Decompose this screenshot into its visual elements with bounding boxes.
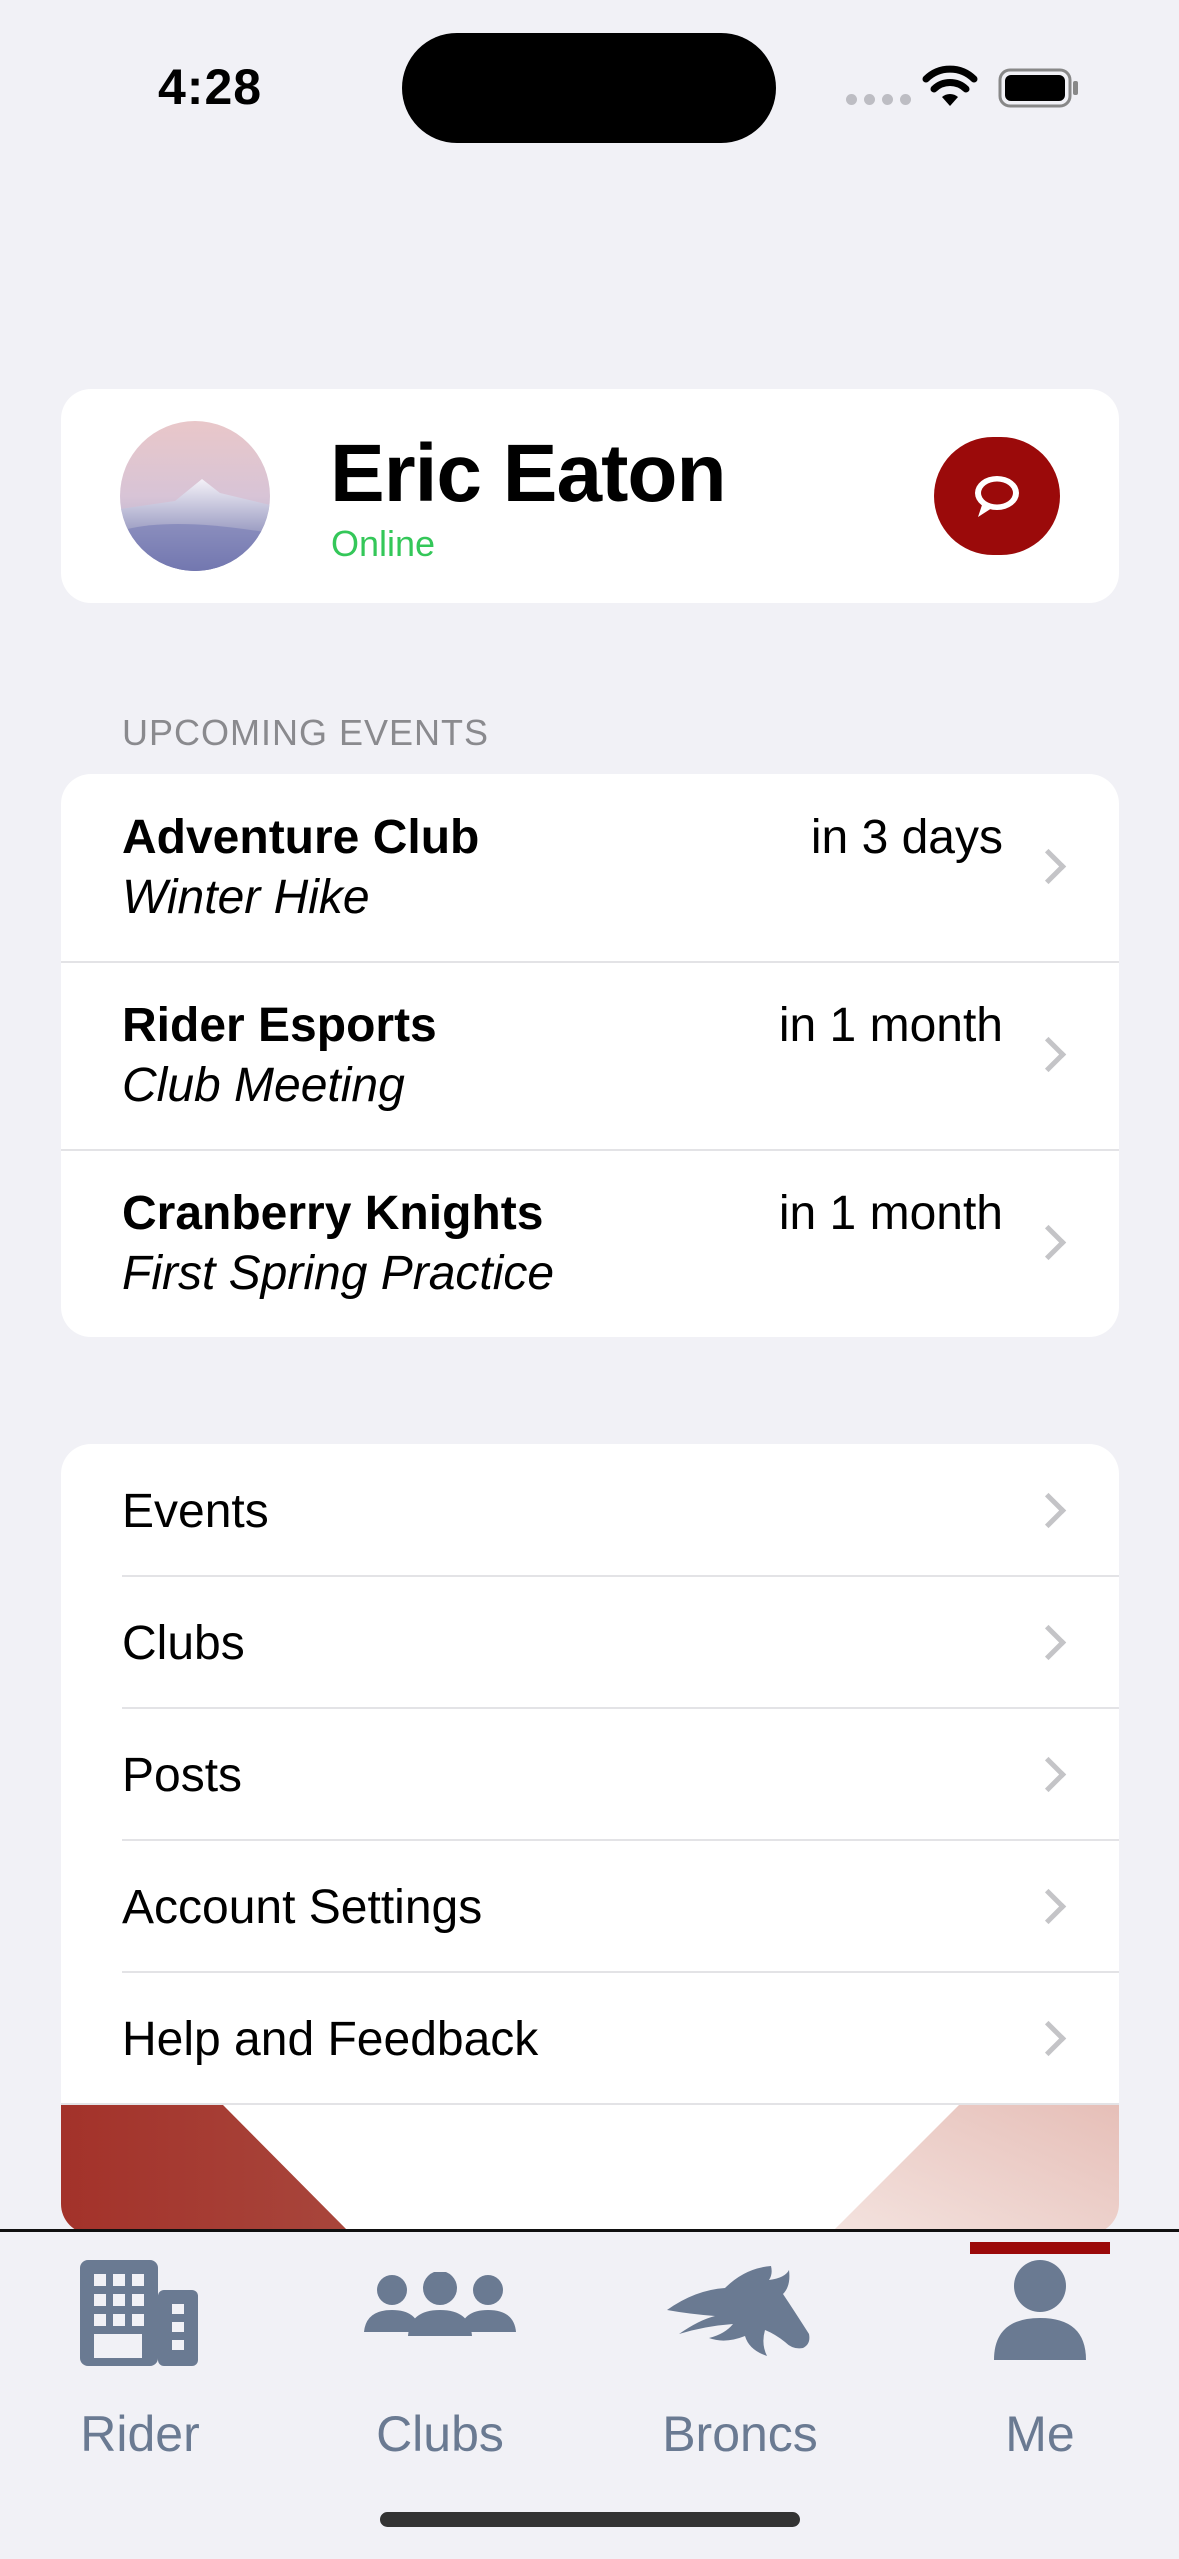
event-row-cranberry-knights[interactable]: Cranberry Knights First Spring Practice … bbox=[61, 1150, 1119, 1337]
profile-card: Eric Eaton Online bbox=[61, 389, 1119, 603]
menu-item-events[interactable]: Events bbox=[61, 1444, 1119, 1576]
menu-item-help-feedback[interactable]: Help and Feedback bbox=[61, 1972, 1119, 2104]
event-row-adventure-club[interactable]: Adventure Club Winter Hike in 3 days bbox=[61, 774, 1119, 962]
menu-item-label: Clubs bbox=[122, 1617, 245, 1670]
menu-item-label: Help and Feedback bbox=[122, 2013, 539, 2066]
online-status: Online bbox=[331, 523, 436, 564]
chevron-right-icon bbox=[1030, 2020, 1067, 2057]
menu-item-label: Account Settings bbox=[122, 1881, 483, 1934]
chevron-right-icon bbox=[1030, 1756, 1067, 1793]
status-bar-time: 4:28 bbox=[158, 59, 263, 115]
chevron-right-icon bbox=[1030, 1888, 1067, 1925]
event-club-name: Rider Esports bbox=[122, 999, 437, 1052]
tab-label: Rider bbox=[80, 2406, 200, 2462]
battery-icon bbox=[998, 68, 1078, 108]
upcoming-events-list: Adventure Club Winter Hike in 3 days Rid… bbox=[61, 774, 1119, 1337]
profile-name: Eric Eaton bbox=[330, 428, 727, 519]
event-title: First Spring Practice bbox=[122, 1247, 555, 1300]
dynamic-island bbox=[402, 33, 776, 143]
avatar[interactable] bbox=[120, 421, 270, 571]
event-title: Club Meeting bbox=[122, 1059, 405, 1112]
menu-item-account-settings[interactable]: Account Settings bbox=[61, 1840, 1119, 1972]
chevron-right-icon bbox=[1030, 848, 1067, 885]
event-club-name: Adventure Club bbox=[122, 811, 480, 864]
chevron-right-icon bbox=[1030, 1492, 1067, 1529]
tab-label: Me bbox=[1005, 2406, 1075, 2462]
decorative-banner bbox=[61, 2105, 1119, 2234]
tab-label: Clubs bbox=[376, 2406, 504, 2462]
tab-bar: Rider Clubs Broncs Me bbox=[0, 2229, 1179, 2559]
home-indicator[interactable] bbox=[380, 2512, 800, 2527]
chat-bubble-icon bbox=[975, 476, 1019, 517]
event-row-rider-esports[interactable]: Rider Esports Club Meeting in 1 month bbox=[61, 962, 1119, 1150]
event-time: in 3 days bbox=[810, 811, 1003, 864]
cellular-signal-icon bbox=[846, 94, 911, 105]
building-icon bbox=[80, 2260, 198, 2366]
wifi-icon bbox=[922, 65, 978, 106]
tab-label: Broncs bbox=[662, 2406, 818, 2462]
navigation-menu: Events Clubs Posts Account Settings Help… bbox=[61, 1444, 1119, 2234]
event-time: in 1 month bbox=[778, 999, 1003, 1052]
tab-me[interactable]: Me bbox=[900, 2232, 1179, 2482]
upcoming-events-header: UPCOMING EVENTS bbox=[122, 712, 490, 753]
chevron-right-icon bbox=[1030, 1224, 1067, 1261]
event-time: in 1 month bbox=[778, 1187, 1003, 1240]
message-button[interactable] bbox=[934, 437, 1060, 555]
event-club-name: Cranberry Knights bbox=[122, 1187, 544, 1240]
chevron-right-icon bbox=[1030, 1036, 1067, 1073]
menu-item-label: Posts bbox=[122, 1749, 243, 1802]
tab-broncs[interactable]: Broncs bbox=[600, 2232, 880, 2482]
tab-clubs[interactable]: Clubs bbox=[300, 2232, 580, 2482]
event-title: Winter Hike bbox=[122, 871, 370, 924]
person-icon bbox=[994, 2260, 1086, 2360]
chevron-right-icon bbox=[1030, 1624, 1067, 1661]
menu-item-posts[interactable]: Posts bbox=[61, 1708, 1119, 1840]
people-group-icon bbox=[364, 2272, 516, 2336]
tab-rider[interactable]: Rider bbox=[0, 2232, 280, 2482]
menu-item-clubs[interactable]: Clubs bbox=[61, 1576, 1119, 1708]
horse-head-icon bbox=[667, 2266, 810, 2356]
menu-item-label: Events bbox=[122, 1485, 269, 1538]
